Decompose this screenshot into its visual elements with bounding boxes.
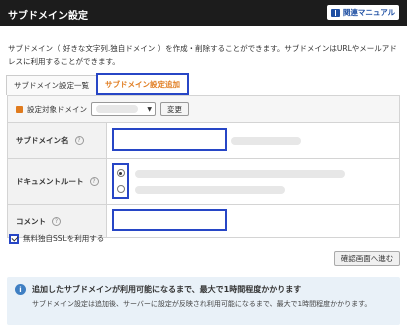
subdomain-label-cell: サブドメイン名 ? <box>8 123 107 158</box>
info-icon: i <box>15 284 26 295</box>
help-icon[interactable]: ? <box>74 136 84 145</box>
target-domain-select[interactable]: ▼ <box>91 102 156 116</box>
docroot-radio-group <box>112 163 129 199</box>
book-icon <box>330 8 340 17</box>
free-ssl-option[interactable]: 無料独自SSLを利用する <box>9 233 104 244</box>
help-icon[interactable]: ? <box>89 177 99 186</box>
comment-input[interactable] <box>112 209 227 231</box>
help-icon[interactable]: ? <box>52 216 61 226</box>
tab-subdomain-list[interactable]: サブドメイン設定一覧 <box>6 75 96 95</box>
docroot-label-cell: ドキュメントルート ? <box>8 159 107 204</box>
chevron-down-icon: ▼ <box>147 106 152 113</box>
docroot-radio-custom[interactable] <box>116 185 125 193</box>
docroot-value-cell <box>107 159 399 204</box>
subdomain-row: サブドメイン名 ? <box>8 123 399 159</box>
docroot-label: ドキュメントルート <box>16 177 84 186</box>
docroot-option-2-redacted <box>135 186 285 194</box>
subdomain-input[interactable] <box>112 128 227 151</box>
change-domain-button[interactable]: 変更 <box>160 102 189 116</box>
free-ssl-label: 無料独自SSLを利用する <box>23 234 105 243</box>
subdomain-suffix-redacted <box>231 137 301 145</box>
target-domain-value-redacted <box>96 105 138 113</box>
docroot-option-1-redacted <box>135 170 345 178</box>
free-ssl-checkbox[interactable] <box>9 233 19 244</box>
target-domain-row: 設定対象ドメイン ▼ 変更 <box>8 96 399 123</box>
related-manual-button[interactable]: 関連マニュアル <box>327 5 399 20</box>
related-manual-label: 関連マニュアル <box>342 8 396 17</box>
comment-value-cell <box>107 205 399 237</box>
subdomain-value-cell <box>107 123 399 158</box>
subdomain-label: サブドメイン名 <box>16 136 69 145</box>
subdomain-form: 設定対象ドメイン ▼ 変更 サブドメイン名 ? ドキュメントルート ? コメント… <box>7 95 400 238</box>
tab-bar: サブドメイン設定一覧 サブドメイン設定追加 <box>6 73 189 95</box>
tab-subdomain-add[interactable]: サブドメイン設定追加 <box>96 73 189 95</box>
docroot-radio-default[interactable] <box>116 169 125 177</box>
docroot-row: ドキュメントルート ? <box>8 159 399 205</box>
confirm-button[interactable]: 確認画面へ進む <box>334 251 400 266</box>
notice-title: 追加したサブドメインが利用可能になるまで、最大で1時間程度かかります <box>32 285 302 294</box>
page-title: サブドメイン設定 <box>8 11 88 22</box>
notice-body: サブドメイン設定は追加後、サーバーに設定が反映され利用可能になるまで、最大で1時… <box>32 300 372 308</box>
page-header: サブドメイン設定 関連マニュアル <box>0 0 407 26</box>
target-domain-label: 設定対象ドメイン <box>27 104 87 114</box>
required-marker-icon <box>16 105 23 113</box>
page-description: サブドメイン（ 好きな文字列.独自ドメイン ）を作成・削除することができます。サ… <box>8 44 397 66</box>
info-notice: i 追加したサブドメインが利用可能になるまで、最大で1時間程度かかります サブド… <box>7 277 400 325</box>
comment-label: コメント <box>16 216 46 226</box>
